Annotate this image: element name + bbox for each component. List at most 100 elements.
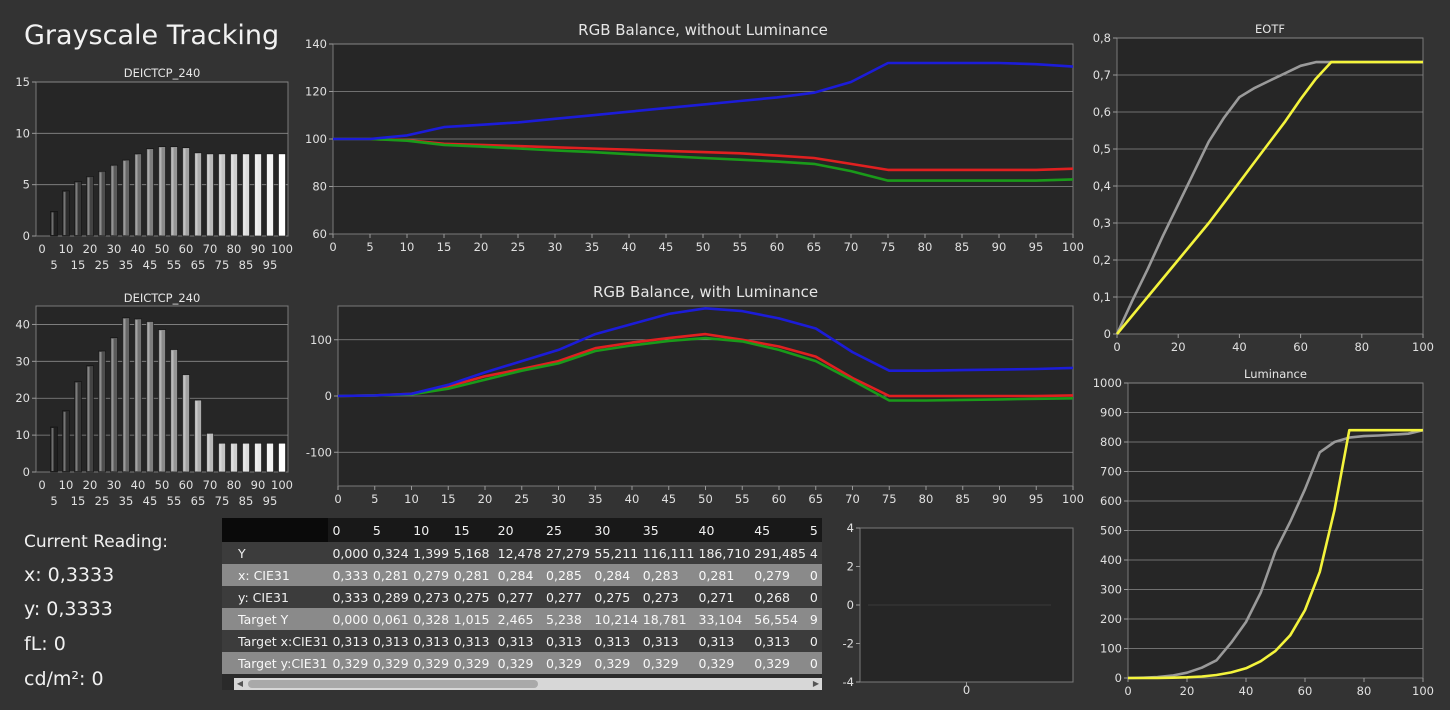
- x-tick-label: 40: [622, 240, 637, 254]
- x-tick-label: 35: [119, 494, 134, 508]
- y-tick-label: 15: [15, 75, 30, 89]
- row-label: y: CIE31: [222, 586, 329, 608]
- bar-highlight: [159, 330, 162, 471]
- table-cell: 56,554: [750, 608, 806, 630]
- table-cell: 0,313: [368, 630, 410, 652]
- table-cell: 27,279: [542, 542, 591, 564]
- table-horizontal-scrollbar[interactable]: ◀ ▶: [234, 678, 822, 690]
- table-cell: 0,268: [750, 586, 806, 608]
- table-cell: 9: [805, 608, 822, 630]
- bar-highlight: [135, 319, 138, 471]
- x-tick-label: 80: [918, 240, 933, 254]
- table-cell: 0,273: [638, 586, 695, 608]
- x-tick-label: 75: [215, 258, 230, 272]
- table-cell: 0,313: [542, 630, 591, 652]
- table-cell: 0,283: [638, 564, 695, 586]
- reading-fl: fL: 0: [24, 633, 66, 655]
- table-cell: 12,478: [493, 542, 543, 564]
- table-cell: 0,313: [638, 630, 695, 652]
- y-tick-label: 0,5: [1093, 142, 1111, 156]
- bar-highlight: [63, 411, 66, 471]
- table-cell: 0,279: [409, 564, 450, 586]
- table-row[interactable]: Target Y 0,000 0,061 0,328 1,015 2,465 5,238 10…: [222, 608, 822, 630]
- x-tick-label: 40: [625, 492, 640, 506]
- x-tick-label: 95: [263, 258, 278, 272]
- table-cell: 1,399: [409, 542, 450, 564]
- measurement-table[interactable]: 0 5 10 15 20 25 30 35 40 45 5 Y 0,000 0,32…: [222, 518, 822, 690]
- y-tick-label: -2: [843, 637, 854, 651]
- x-tick-label: 15: [71, 258, 86, 272]
- reading-cdm2: cd/m²: 0: [24, 668, 104, 690]
- bar-highlight: [243, 444, 246, 471]
- x-tick-label: 100: [1062, 240, 1084, 254]
- x-tick-label: 25: [514, 492, 529, 506]
- x-tick-label: 60: [1298, 684, 1313, 698]
- scroll-right-arrow-icon[interactable]: ▶: [810, 678, 822, 690]
- table-cell: 0,281: [449, 564, 494, 586]
- table-cell: 0,279: [750, 564, 806, 586]
- table-cell: 0: [805, 630, 822, 652]
- chart-title: EOTF: [1255, 22, 1285, 36]
- x-tick-label: 20: [1171, 340, 1186, 354]
- table-cell: 0,329: [750, 652, 806, 674]
- table-row[interactable]: Target x:CIE31 0,313 0,313 0,313 0,313 0,313 0…: [222, 630, 822, 652]
- rgb-balance-with-luminance-chart: RGB Balance, with Luminance -100 0 100 0 5 10 1…: [306, 283, 1084, 506]
- scrollbar-thumb[interactable]: [248, 680, 538, 688]
- bar-highlight: [135, 154, 138, 235]
- x-tick-label: 70: [844, 240, 859, 254]
- table-cell: 1,015: [449, 608, 494, 630]
- x-tick-label: 0: [38, 478, 45, 492]
- scroll-left-arrow-icon[interactable]: ◀: [234, 678, 246, 690]
- table-row[interactable]: y: CIE31 0,333 0,289 0,273 0,275 0,277 0,277 0,…: [222, 586, 822, 608]
- y-tick-label: 900: [1100, 406, 1122, 420]
- table-cell: 0,328: [409, 608, 450, 630]
- column-header: 35: [638, 518, 695, 542]
- bar-highlight: [111, 338, 114, 471]
- y-tick-label: 2: [847, 560, 854, 574]
- x-tick-label: 80: [919, 492, 934, 506]
- x-tick-label: 85: [239, 494, 254, 508]
- x-tick-label: 10: [400, 240, 415, 254]
- x-tick-label: 30: [551, 492, 566, 506]
- table-corner: [222, 518, 329, 542]
- column-header: 45: [750, 518, 806, 542]
- current-reading-heading: Current Reading:: [24, 532, 168, 552]
- x-tick-label: 0: [329, 240, 336, 254]
- bar-highlight: [279, 444, 282, 471]
- bar-highlight: [219, 154, 222, 235]
- x-tick-label: 85: [239, 258, 254, 272]
- bar-highlight: [87, 177, 90, 235]
- bar-highlight: [195, 401, 198, 471]
- y-tick-label: 1000: [1093, 376, 1122, 390]
- deictcp-chart-bottom: DEICTCP_24001020304005101520253035404550…: [15, 291, 293, 508]
- column-header: 40: [694, 518, 751, 542]
- bar-highlight: [207, 154, 210, 235]
- x-tick-label: 0: [1124, 684, 1131, 698]
- x-tick-label: 5: [371, 492, 378, 506]
- chart-title: DEICTCP_240: [124, 66, 201, 80]
- x-tick-label: 25: [95, 494, 110, 508]
- table-row[interactable]: x: CIE31 0,333 0,281 0,279 0,281 0,284 0,285 0,…: [222, 564, 822, 586]
- column-header: 10: [409, 518, 450, 542]
- x-tick-label: 30: [107, 478, 122, 492]
- y-tick-label: 0: [23, 229, 30, 243]
- bar-highlight: [51, 427, 54, 471]
- y-tick-label: 20: [15, 391, 30, 405]
- x-tick-label: 100: [1412, 340, 1434, 354]
- y-tick-label: 4: [847, 521, 854, 535]
- table-cell: 0,273: [409, 586, 450, 608]
- table-cell: 0,333: [328, 564, 369, 586]
- x-tick-label: 100: [1412, 684, 1434, 698]
- x-tick-label: 100: [271, 478, 293, 492]
- table-cell: 0: [805, 586, 822, 608]
- x-tick-label: 65: [191, 494, 206, 508]
- x-tick-label: 45: [659, 240, 674, 254]
- bar-highlight: [75, 382, 78, 471]
- table-row[interactable]: Y 0,000 0,324 1,399 5,168 12,478 27,279 55,211 1…: [222, 542, 822, 564]
- bar-highlight: [231, 154, 234, 235]
- y-tick-label: 0,6: [1093, 105, 1111, 119]
- x-tick-label: 75: [881, 240, 896, 254]
- x-tick-label: 0: [334, 492, 341, 506]
- x-tick-label: 90: [992, 240, 1007, 254]
- table-row[interactable]: Target y:CIE31 0,329 0,329 0,329 0,329 0,329 0…: [222, 652, 822, 674]
